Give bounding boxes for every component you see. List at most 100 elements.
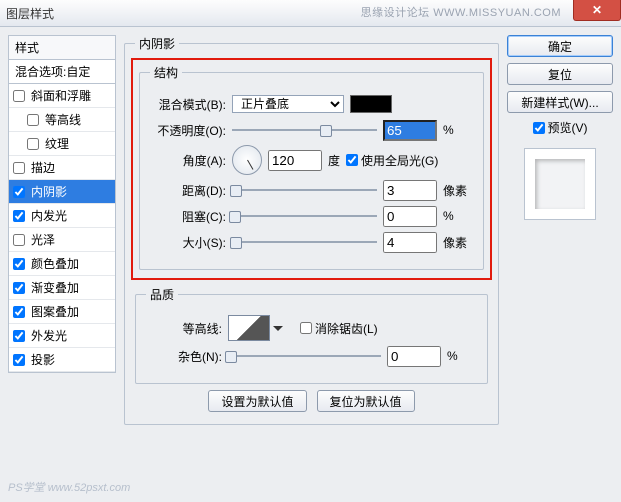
close-button[interactable]: ✕ <box>573 0 621 21</box>
titlebar: 图层样式 思缘设计论坛 WWW.MISSYUAN.COM ✕ <box>0 0 621 27</box>
quality-legend: 品质 <box>146 286 178 303</box>
blend-options-item[interactable]: 混合选项:自定 <box>8 60 116 84</box>
style-checkbox[interactable] <box>13 330 25 342</box>
distance-input[interactable] <box>383 180 437 201</box>
choke-slider[interactable] <box>232 209 377 223</box>
distance-slider[interactable] <box>232 183 377 197</box>
styles-header: 样式 <box>8 35 116 60</box>
global-light-checkbox[interactable]: 使用全局光(G) <box>346 152 438 169</box>
angle-dial[interactable] <box>232 145 262 175</box>
styles-panel: 样式 混合选项:自定 斜面和浮雕等高线纹理描边内阴影内发光光泽颜色叠加渐变叠加图… <box>8 35 116 494</box>
style-label: 描边 <box>31 159 55 176</box>
choke-input[interactable] <box>383 206 437 227</box>
angle-unit: 度 <box>328 152 340 169</box>
distance-row: 距离(D): 像素 <box>150 179 473 201</box>
new-style-button[interactable]: 新建样式(W)... <box>507 91 613 113</box>
choke-row: 阻塞(C): % <box>150 205 473 227</box>
contour-row: 等高线: 消除锯齿(L) <box>146 315 477 341</box>
preview-input[interactable] <box>533 122 545 134</box>
watermark-top: 思缘设计论坛 WWW.MISSYUAN.COM <box>361 4 561 20</box>
preview-box <box>524 148 596 220</box>
style-item-8[interactable]: 渐变叠加 <box>9 276 115 300</box>
watermark-bottom: PS学堂 www.52psxt.com <box>8 479 130 495</box>
style-item-0[interactable]: 斜面和浮雕 <box>9 84 115 108</box>
reset-default-button[interactable]: 复位为默认值 <box>317 390 415 412</box>
style-label: 斜面和浮雕 <box>31 87 91 104</box>
global-light-input[interactable] <box>346 154 358 166</box>
style-label: 颜色叠加 <box>31 255 79 272</box>
blend-mode-row: 混合模式(B): 正片叠底 <box>150 93 473 115</box>
style-item-2[interactable]: 纹理 <box>9 132 115 156</box>
antialias-label: 消除锯齿(L) <box>315 320 378 337</box>
close-icon: ✕ <box>592 3 602 17</box>
style-checkbox[interactable] <box>13 90 25 102</box>
distance-label: 距离(D): <box>150 182 226 199</box>
distance-unit: 像素 <box>443 182 473 199</box>
style-item-11[interactable]: 投影 <box>9 348 115 372</box>
antialias-input[interactable] <box>300 322 312 334</box>
global-light-label: 使用全局光(G) <box>361 152 438 169</box>
style-item-10[interactable]: 外发光 <box>9 324 115 348</box>
make-default-button[interactable]: 设置为默认值 <box>208 390 306 412</box>
defaults-row: 设置为默认值 复位为默认值 <box>135 390 488 412</box>
style-checkbox[interactable] <box>13 162 25 174</box>
style-label: 内阴影 <box>31 183 67 200</box>
noise-row: 杂色(N): % <box>146 345 477 367</box>
opacity-input[interactable] <box>383 120 437 141</box>
style-label: 投影 <box>31 351 55 368</box>
choke-unit: % <box>443 209 473 223</box>
size-unit: 像素 <box>443 234 473 251</box>
style-item-9[interactable]: 图案叠加 <box>9 300 115 324</box>
style-label: 外发光 <box>31 327 67 344</box>
style-label: 图案叠加 <box>31 303 79 320</box>
angle-row: 角度(A): 度 使用全局光(G) <box>150 145 473 175</box>
style-checkbox[interactable] <box>13 186 25 198</box>
style-checkbox[interactable] <box>27 138 39 150</box>
opacity-unit: % <box>443 123 473 137</box>
style-checkbox[interactable] <box>13 210 25 222</box>
preview-checkbox[interactable]: 预览(V) <box>507 119 613 136</box>
opacity-slider[interactable] <box>232 123 377 137</box>
ok-button[interactable]: 确定 <box>507 35 613 57</box>
layer-style-window: 图层样式 思缘设计论坛 WWW.MISSYUAN.COM ✕ 样式 混合选项:自… <box>0 0 621 501</box>
quality-fieldset: 品质 等高线: 消除锯齿(L) 杂色(N): <box>135 286 488 384</box>
preview-inner-icon <box>535 159 585 209</box>
style-checkbox[interactable] <box>13 234 25 246</box>
angle-label: 角度(A): <box>150 152 226 169</box>
antialias-checkbox[interactable]: 消除锯齿(L) <box>300 320 378 337</box>
style-checkbox[interactable] <box>13 258 25 270</box>
size-slider[interactable] <box>232 235 377 249</box>
style-item-5[interactable]: 内发光 <box>9 204 115 228</box>
choke-label: 阻塞(C): <box>150 208 226 225</box>
color-swatch[interactable] <box>350 95 392 113</box>
noise-unit: % <box>447 349 477 363</box>
style-label: 纹理 <box>45 135 69 152</box>
style-checkbox[interactable] <box>27 114 39 126</box>
size-row: 大小(S): 像素 <box>150 231 473 253</box>
window-title: 图层样式 <box>6 5 54 22</box>
style-item-6[interactable]: 光泽 <box>9 228 115 252</box>
opacity-label: 不透明度(O): <box>150 122 226 139</box>
settings-area: 内阴影 结构 混合模式(B): 正片叠底 不透明度(O): <box>124 35 499 494</box>
style-checkbox[interactable] <box>13 306 25 318</box>
inner-shadow-fieldset: 内阴影 结构 混合模式(B): 正片叠底 不透明度(O): <box>124 35 499 425</box>
style-label: 内发光 <box>31 207 67 224</box>
style-item-7[interactable]: 颜色叠加 <box>9 252 115 276</box>
size-label: 大小(S): <box>150 234 226 251</box>
noise-slider[interactable] <box>228 349 381 363</box>
noise-input[interactable] <box>387 346 441 367</box>
contour-picker[interactable] <box>228 315 270 341</box>
blend-mode-select[interactable]: 正片叠底 <box>232 95 344 113</box>
panel-title: 内阴影 <box>135 35 179 52</box>
angle-input[interactable] <box>268 150 322 171</box>
style-checkbox[interactable] <box>13 354 25 366</box>
size-input[interactable] <box>383 232 437 253</box>
style-item-3[interactable]: 描边 <box>9 156 115 180</box>
style-item-4[interactable]: 内阴影 <box>9 180 115 204</box>
style-checkbox[interactable] <box>13 282 25 294</box>
styles-list: 斜面和浮雕等高线纹理描边内阴影内发光光泽颜色叠加渐变叠加图案叠加外发光投影 <box>8 84 116 373</box>
reset-button[interactable]: 复位 <box>507 63 613 85</box>
structure-highlight: 结构 混合模式(B): 正片叠底 不透明度(O): <box>131 58 492 280</box>
style-item-1[interactable]: 等高线 <box>9 108 115 132</box>
preview-label: 预览(V) <box>548 119 588 136</box>
